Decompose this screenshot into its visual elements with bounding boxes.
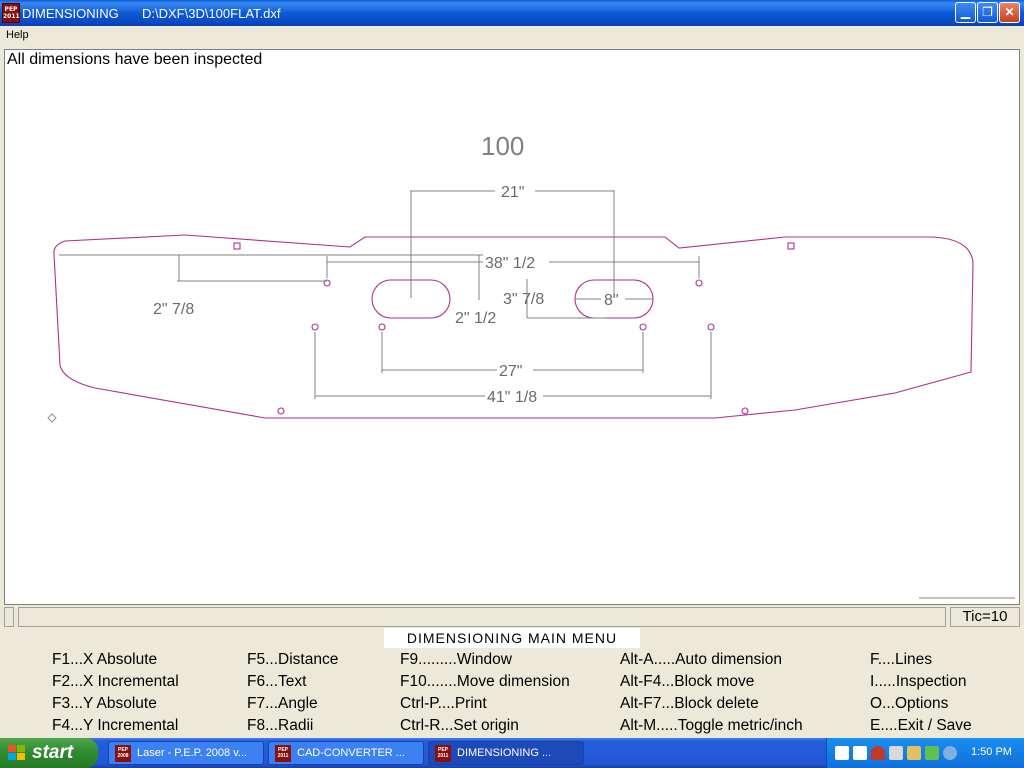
close-button[interactable]: ✕ [999,2,1020,23]
status-cell-main [18,607,946,627]
start-button[interactable]: start [0,738,98,768]
dim-label-top: 21" [501,184,524,201]
task-cad-converter[interactable]: PEP 2011 CAD-CONVERTER ... [268,741,424,765]
drawing-canvas[interactable]: 100 21" 38" 1/2 2" 7/8 2" 1/2 3" 7/8 8" … [4,49,1020,605]
part-label: 100 [481,131,524,161]
hole [277,407,285,415]
task-label: Laser - P.E.P. 2008 v... [137,747,248,759]
windows-flag-icon [8,745,25,760]
dim-label-slot-height: 2" 1/2 [455,310,496,327]
task-dimensioning[interactable]: PEP 2011 DIMENSIONING ... [428,741,584,765]
pep-tray-icon[interactable] [835,746,849,760]
hole [311,323,319,331]
task-label: CAD-CONVERTER ... [297,747,405,759]
origin-marker-icon [47,413,57,423]
menu-item-exit-save[interactable]: E....Exit / Save [870,716,972,738]
dim-label-inner-holes: 27" [499,363,522,380]
tic-indicator: Tic=10 [950,607,1020,627]
shield-icon[interactable] [871,746,885,760]
inspection-status-message: All dimensions have been inspected [7,51,263,68]
menu-item-ctrl-p[interactable]: Ctrl-P....Print [400,694,570,716]
part-drawing: 100 21" 38" 1/2 2" 7/8 2" 1/2 3" 7/8 8" … [47,131,1015,599]
menu-item-f1[interactable]: F1...X Absolute [52,650,179,672]
taskbar: start PEP 2008 Laser - P.E.P. 2008 v... P… [0,738,1024,768]
menu-column-3: F9.........Window F10.......Move dimensi… [400,650,570,738]
hole [707,323,715,331]
dimension-labels: 100 21" 38" 1/2 2" 7/8 2" 1/2 3" 7/8 8" … [153,131,619,406]
hole [695,279,703,287]
system-tray: 1:50 PM [826,738,1024,768]
menu-item-lines[interactable]: F....Lines [870,650,972,672]
title-bar[interactable]: PEP 2011 DIMENSIONING D:\DXF\3D\100FLAT.d… [0,0,1024,26]
nvidia-icon[interactable] [925,746,939,760]
restore-button[interactable]: ❐ [977,2,998,23]
start-label: start [32,742,74,763]
menu-help[interactable]: Help [6,29,29,41]
task-label: DIMENSIONING ... [457,747,552,759]
dim-label-left-height: 2" 7/8 [153,301,194,318]
menu-item-f7[interactable]: F7...Angle [247,694,338,716]
clock: 1:50 PM [971,746,1012,758]
close-icon: ✕ [1004,5,1015,19]
restore-icon: ❐ [982,5,993,19]
menu-column-4: Alt-A.....Auto dimension Alt-F4...Block … [620,650,803,738]
menu-item-alt-f7[interactable]: Alt-F7...Block delete [620,694,803,716]
pep-app-icon: PEP 2011 [435,745,451,762]
hole [639,323,647,331]
menu-item-options[interactable]: O...Options [870,694,972,716]
network-icon[interactable] [907,746,921,760]
update-icon[interactable] [943,746,957,760]
dim-label-bottom-holes: 41" 1/8 [487,389,537,406]
menu-item-f5[interactable]: F5...Distance [247,650,338,672]
menu-bar: Help [0,26,1024,46]
dim-label-outer-holes: 38" 1/2 [485,255,535,272]
pep-app-icon: PEP 2011 [275,745,291,762]
mark-square-left [233,242,241,250]
main-menu-title: DIMENSIONING MAIN MENU [384,628,640,648]
dim-label-slot-width: 8" [604,292,619,309]
menu-item-alt-m[interactable]: Alt-M.....Toggle metric/inch [620,716,803,738]
menu-column-1: F1...X Absolute F2...X Incremental F3...… [52,650,179,738]
dimensioning-window: PEP 2011 DIMENSIONING D:\DXF\3D\100FLAT.d… [0,0,1024,738]
menu-item-f9[interactable]: F9.........Window [400,650,570,672]
menu-item-f4[interactable]: F4...Y Incremental [52,716,179,738]
minimize-button[interactable]: ▁ [955,2,976,23]
menu-item-f6[interactable]: F6...Text [247,672,338,694]
menu-item-f3[interactable]: F3...Y Absolute [52,694,179,716]
status-strip: Tic=10 [4,607,1020,627]
mark-square-right [787,242,795,250]
dim-label-right-height: 3" 7/8 [503,291,544,308]
volume-icon[interactable] [889,746,903,760]
pep-app-icon[interactable]: PEP 2011 [2,3,20,23]
pep-tray-icon[interactable] [853,746,867,760]
pep-app-icon: PEP 2008 [115,745,131,762]
menu-item-alt-f4[interactable]: Alt-F4...Block move [620,672,803,694]
window-file-path: D:\DXF\3D\100FLAT.dxf [142,6,281,21]
menu-item-f2[interactable]: F2...X Incremental [52,672,179,694]
menu-item-f10[interactable]: F10.......Move dimension [400,672,570,694]
window-title: DIMENSIONING [22,6,119,21]
menu-item-f8[interactable]: F8...Radii [247,716,338,738]
task-laser-pep[interactable]: PEP 2008 Laser - P.E.P. 2008 v... [108,741,264,765]
minimize-icon: ▁ [960,5,971,19]
hole [378,323,386,331]
menu-column-2: F5...Distance F6...Text F7...Angle F8...… [247,650,338,738]
status-cell-left [4,607,14,627]
menu-item-inspection[interactable]: I.....Inspection [870,672,972,694]
menu-item-alt-a[interactable]: Alt-A.....Auto dimension [620,650,803,672]
hole [741,407,749,415]
menu-item-ctrl-r[interactable]: Ctrl-R...Set origin [400,716,570,738]
menu-column-5: F....Lines I.....Inspection O...Options … [870,650,972,738]
